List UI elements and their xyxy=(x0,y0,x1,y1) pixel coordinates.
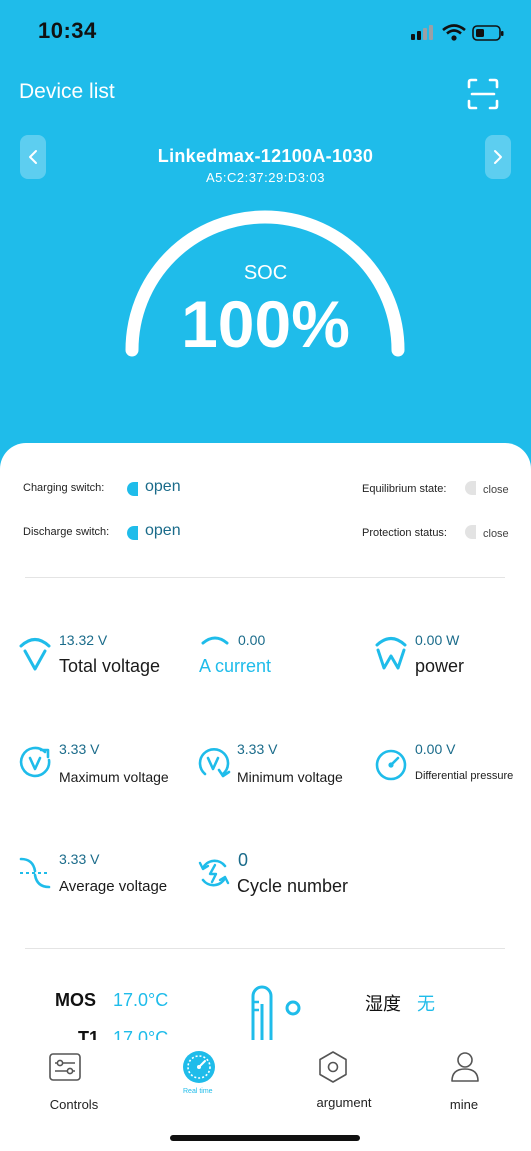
device-name: Linkedmax-12100A-1030 xyxy=(157,146,374,166)
tab-mine[interactable]: mine xyxy=(420,1048,510,1118)
tab-real-time[interactable]: Real time xyxy=(170,1048,230,1118)
person-icon xyxy=(451,1052,479,1082)
sliders-icon xyxy=(49,1053,81,1081)
charging-switch-toggle[interactable] xyxy=(127,482,138,496)
equilibrium-state-label: Equilibrium state: xyxy=(362,483,447,495)
total-voltage-value: 13.32 V xyxy=(59,632,108,648)
mos-label: MOS xyxy=(55,990,97,1010)
differential-pressure-icon xyxy=(375,749,407,781)
device-mac: A5:C2:37:29:D3:03 xyxy=(205,170,326,185)
discharge-switch-toggle[interactable] xyxy=(127,526,138,540)
home-indicator xyxy=(170,1135,360,1141)
current-label: A current xyxy=(199,656,272,676)
max-voltage-value: 3.33 V xyxy=(59,741,100,757)
wifi-icon xyxy=(442,24,466,41)
gauge-icon xyxy=(183,1051,215,1083)
status-bar: 10:34 xyxy=(0,0,531,64)
status-time: 10:34 xyxy=(38,18,97,43)
cycle-number-value: 0 xyxy=(238,850,249,870)
charging-switch-label: Charging switch: xyxy=(23,482,105,494)
power-label: power xyxy=(415,656,465,676)
tab-argument[interactable]: argument xyxy=(300,1048,390,1118)
discharge-switch-value: open xyxy=(145,522,181,539)
equilibrium-state-value: close xyxy=(483,484,509,496)
protection-status-toggle[interactable] xyxy=(465,525,476,539)
min-voltage-label: Minimum voltage xyxy=(237,769,343,785)
power-icon xyxy=(375,637,407,670)
humidity-value: 无 xyxy=(417,994,435,1014)
divider xyxy=(25,577,505,578)
t1-label: T1 xyxy=(78,1028,100,1040)
tab-real-time-label: Real time xyxy=(183,1088,213,1095)
current-icon xyxy=(201,636,229,645)
current-value: 0.00 xyxy=(238,632,266,648)
scan-button[interactable] xyxy=(465,76,501,112)
scan-icon xyxy=(467,78,499,110)
status-icons xyxy=(411,24,504,41)
battery-icon xyxy=(472,25,504,41)
max-voltage-label: Maximum voltage xyxy=(59,769,169,785)
differential-pressure-value: 0.00 V xyxy=(415,741,456,757)
divider xyxy=(25,948,505,949)
tab-controls-label: Controls xyxy=(49,1097,99,1112)
average-voltage-icon xyxy=(19,857,51,889)
average-voltage-label: Average voltage xyxy=(59,878,168,895)
soc-label: SOC xyxy=(243,262,288,284)
mos-value: 17.0°C xyxy=(113,990,169,1010)
humidity-label: 湿度 xyxy=(365,994,401,1014)
average-voltage-value: 3.33 V xyxy=(59,851,100,867)
tab-mine-label: mine xyxy=(449,1097,479,1112)
charging-switch-value: open xyxy=(145,478,181,495)
cellular-signal-icon xyxy=(411,25,433,40)
cycle-number-label: Cycle number xyxy=(237,876,349,896)
protection-status-label: Protection status: xyxy=(362,527,447,539)
tab-argument-label: argument xyxy=(316,1095,372,1110)
equilibrium-state-toggle[interactable] xyxy=(465,481,476,495)
hexagon-icon xyxy=(319,1051,347,1083)
power-value: 0.00 W xyxy=(415,632,460,648)
total-voltage-label: Total voltage xyxy=(59,656,161,676)
soc-value: 100% xyxy=(181,287,350,361)
protection-status-value: close xyxy=(483,528,509,540)
temperature-section: MOS 17.0°C T1 17.0°C 湿度 无 xyxy=(0,960,531,1040)
min-voltage-value: 3.33 V xyxy=(237,741,278,757)
discharge-switch-label: Discharge switch: xyxy=(23,526,110,538)
device-list-link[interactable]: Device list xyxy=(19,80,115,104)
min-voltage-icon xyxy=(198,747,231,778)
cycle-number-icon xyxy=(198,859,230,887)
max-voltage-icon xyxy=(19,746,51,778)
total-voltage-icon xyxy=(19,638,51,671)
differential-pressure-label: Differential pressure xyxy=(415,770,514,782)
tab-controls[interactable]: Controls xyxy=(30,1048,120,1118)
t1-value: 17.0°C xyxy=(113,1028,169,1040)
thermometer-icon xyxy=(251,985,301,1040)
